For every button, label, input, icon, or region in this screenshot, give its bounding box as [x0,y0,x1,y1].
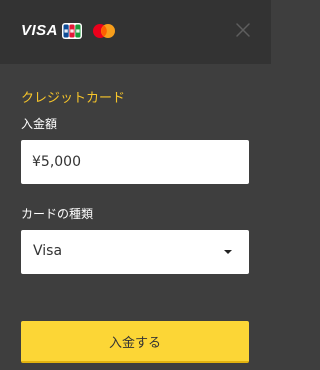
amount-field-box [21,140,249,184]
visa-logo: VISA [21,22,59,39]
caret-down-icon [224,250,232,254]
payment-header: VISA [0,0,271,64]
amount-label: 入金額 [21,117,58,131]
amount-input[interactable] [21,140,249,184]
card-type-select[interactable]: Visa [21,230,249,274]
close-icon[interactable] [235,22,251,38]
card-type-value: Visa [33,243,63,259]
mastercard-logo [91,23,117,39]
deposit-button[interactable]: 入金する [21,321,249,363]
section-title: クレジットカード [21,91,126,106]
card-type-label: カードの種類 [21,207,94,221]
jcb-logo [62,23,82,39]
